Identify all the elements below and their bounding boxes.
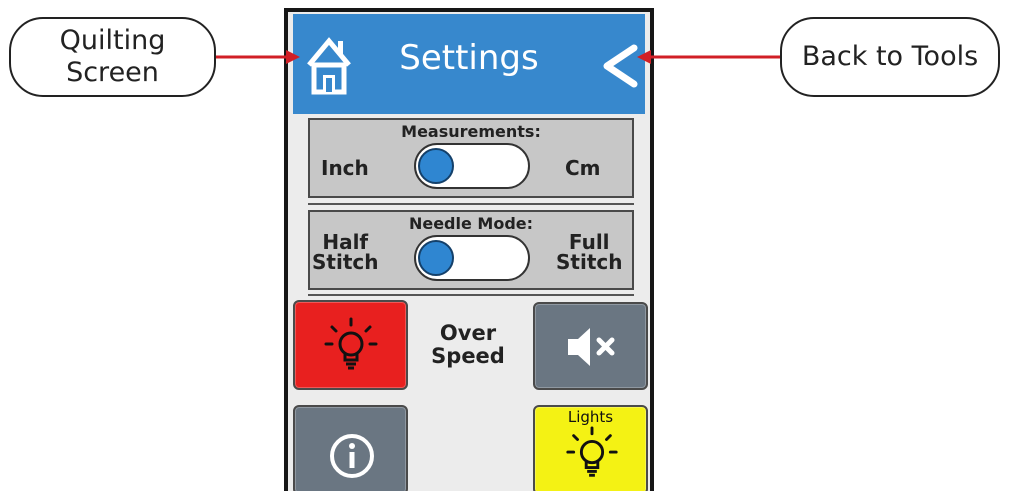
lights-button[interactable]: Lights bbox=[533, 405, 648, 491]
over-line: Over bbox=[439, 321, 497, 345]
page-title: Settings bbox=[399, 38, 539, 78]
stitch-label-line: Stitch bbox=[556, 250, 623, 274]
toggle-knob[interactable] bbox=[418, 148, 454, 184]
info-button[interactable] bbox=[293, 405, 408, 491]
lightbulb-icon bbox=[566, 426, 618, 477]
arrow-to-back bbox=[637, 50, 780, 64]
measurements-toggle[interactable] bbox=[414, 143, 530, 189]
full-label-line: Full bbox=[568, 230, 610, 254]
cm-label: Cm bbox=[565, 156, 601, 180]
lights-label: Lights bbox=[567, 408, 614, 426]
needle-mode-panel: Needle Mode: Half Stitch Full Stitch bbox=[308, 210, 634, 290]
quilting-screen-callout: Quilting Screen bbox=[9, 17, 216, 97]
measurements-panel: Measurements: Inch Cm bbox=[308, 118, 634, 198]
over-speed-light-button[interactable] bbox=[293, 300, 408, 390]
callout-line-1: Quilting bbox=[59, 25, 166, 56]
speed-line: Speed bbox=[431, 344, 505, 368]
divider bbox=[308, 203, 634, 205]
info-icon bbox=[330, 434, 374, 478]
measurements-title: Measurements: bbox=[401, 122, 541, 141]
half-stitch-label: Half Stitch bbox=[312, 232, 378, 272]
header-bar: Settings bbox=[293, 14, 645, 114]
chevron-left-icon[interactable] bbox=[601, 44, 639, 88]
full-stitch-label: Full Stitch bbox=[556, 232, 622, 272]
inch-label: Inch bbox=[321, 156, 369, 180]
half-label-line: Half bbox=[322, 230, 369, 254]
needle-mode-toggle[interactable] bbox=[414, 235, 530, 281]
toggle-knob[interactable] bbox=[418, 240, 454, 276]
lightbulb-icon bbox=[324, 317, 378, 370]
over-speed-label: Over Speed bbox=[413, 322, 523, 368]
stitch-label-line: Stitch bbox=[312, 250, 379, 274]
device-screen: Settings Measurements: Inch Cm Needle Mo… bbox=[284, 8, 654, 491]
callout-label: Back to Tools bbox=[801, 41, 979, 72]
divider bbox=[308, 294, 634, 296]
callout-line-2: Screen bbox=[66, 57, 159, 88]
mute-button[interactable] bbox=[533, 302, 648, 390]
speaker-mute-icon bbox=[568, 328, 615, 366]
back-to-tools-callout: Back to Tools bbox=[780, 17, 1000, 97]
